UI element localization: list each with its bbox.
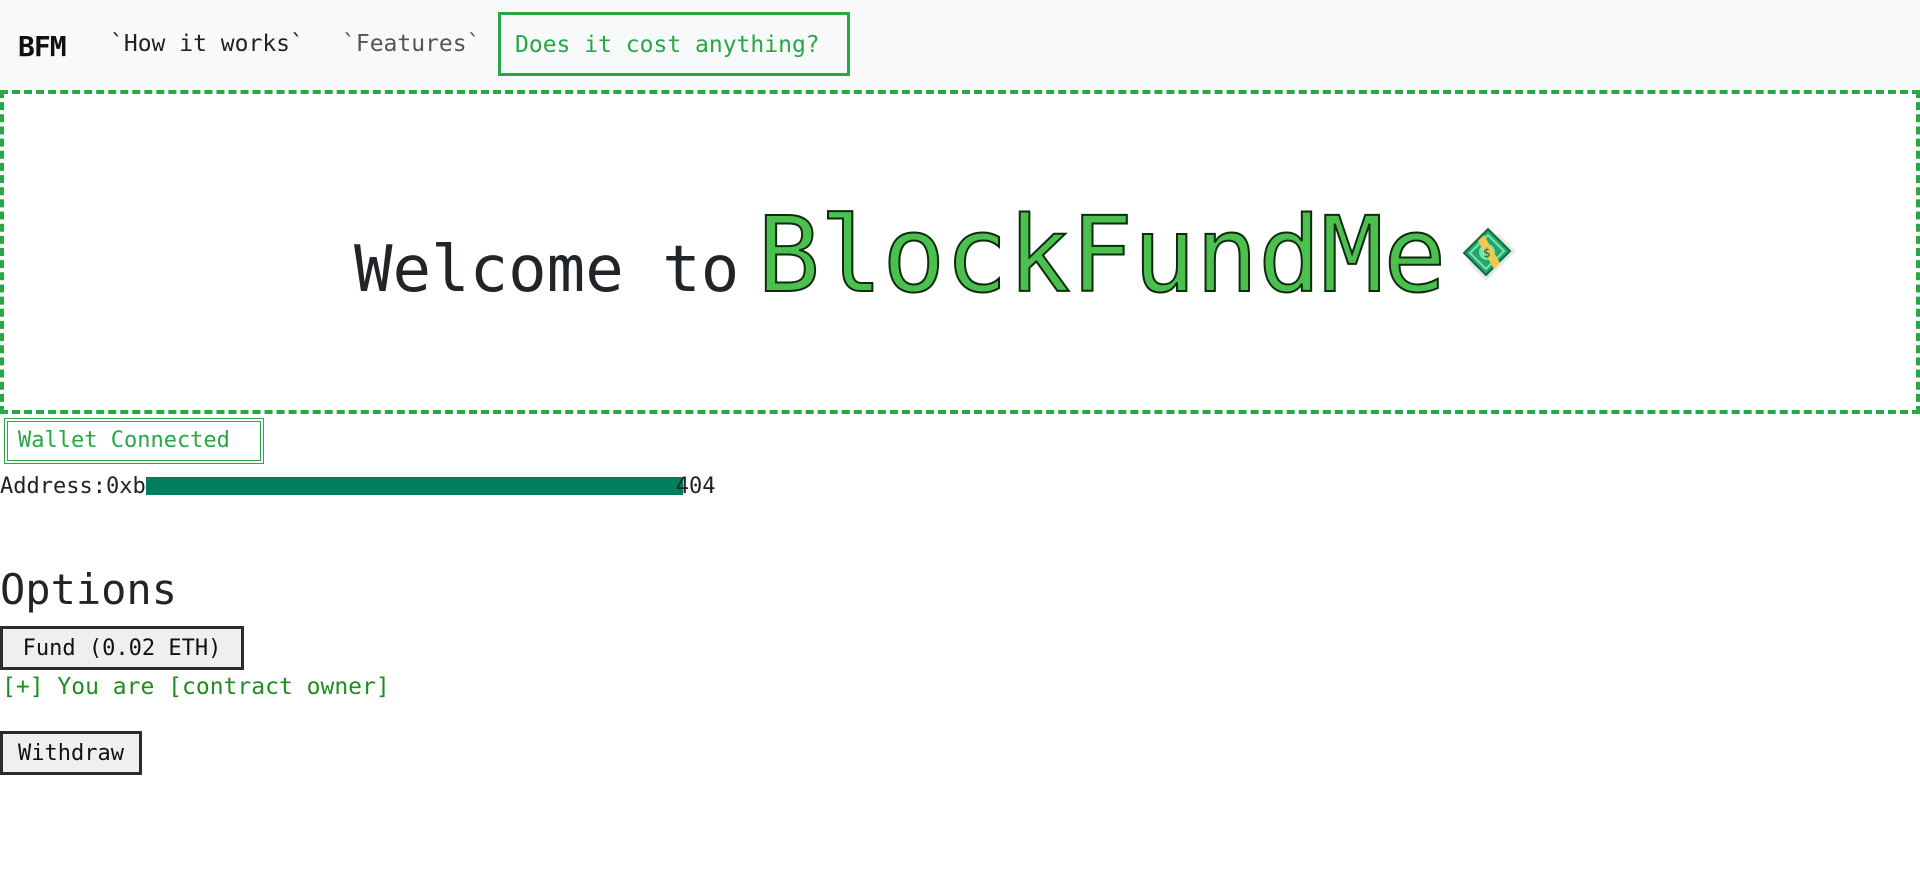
address-prefix: 0xb bbox=[105, 474, 146, 499]
hero-heading: Welcome to BlockFundMe $ bbox=[354, 193, 1520, 317]
nav-link-cost[interactable]: Does it cost anything? bbox=[498, 12, 850, 76]
options-heading: Options bbox=[0, 565, 178, 614]
hero-banner: Welcome to BlockFundMe $ bbox=[0, 90, 1920, 414]
address-redaction bbox=[145, 477, 683, 495]
fund-button[interactable]: Fund (0.02 ETH) bbox=[0, 626, 244, 670]
wallet-address: Address:0xb 404 bbox=[0, 474, 715, 499]
nav-link-features[interactable]: `Features` bbox=[342, 31, 480, 57]
money-with-wings-icon: $ bbox=[1458, 223, 1520, 285]
hero-welcome-text: Welcome to bbox=[354, 233, 740, 307]
nav-link-how-it-works[interactable]: `How it works` bbox=[110, 31, 304, 57]
owner-status-text: [+] You are [contract owner] bbox=[2, 674, 390, 700]
navbar: BFM `How it works` `Features` Does it co… bbox=[0, 0, 1920, 90]
svg-text:$: $ bbox=[1483, 246, 1491, 260]
address-label: Address: bbox=[0, 474, 106, 499]
address-suffix: 404 bbox=[675, 474, 716, 499]
wallet-status-badge: Wallet Connected bbox=[4, 418, 264, 464]
hero-brand-title: BlockFundMe bbox=[756, 193, 1447, 317]
brand-logo[interactable]: BFM bbox=[18, 30, 67, 63]
withdraw-button[interactable]: Withdraw bbox=[0, 731, 142, 775]
